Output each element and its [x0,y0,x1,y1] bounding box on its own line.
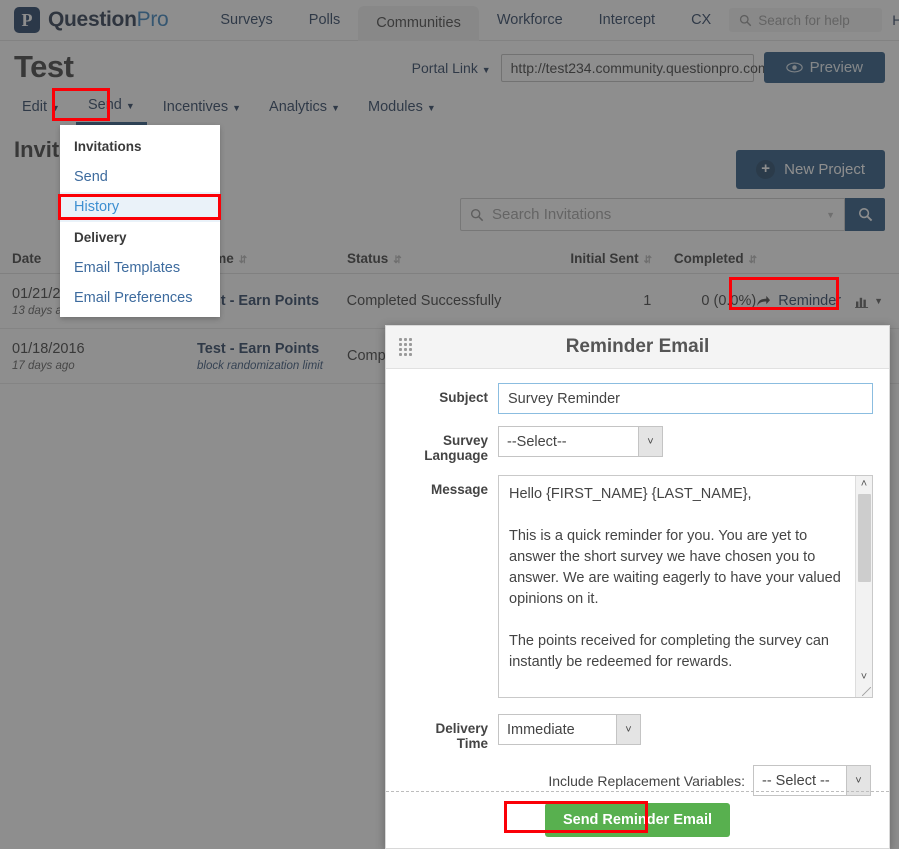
scrollbar-thumb[interactable] [857,494,871,582]
chevron-up-icon[interactable]: ˄ [861,476,867,492]
send-reminder-email-button[interactable]: Send Reminder Email [544,803,731,837]
dropdown-item-email-preferences[interactable]: Email Preferences [60,283,220,313]
replacement-variables-value: -- Select -- [762,772,830,789]
replacement-variables-label: Include Replacement Variables: [548,772,745,789]
dropdown-group-delivery: Delivery [74,230,127,245]
modal-header: Reminder Email [386,326,889,369]
survey-language-label: Survey Language [424,433,488,463]
survey-language-select[interactable]: --Select-- ˅ [498,426,663,457]
message-scrollbar[interactable]: ˄ ˅ [855,476,872,697]
dropdown-group-invitations: Invitations [74,139,142,154]
survey-language-value: --Select-- [507,433,567,450]
chevron-down-icon: ˅ [616,715,640,744]
send-dropdown-menu: Invitations Send History Delivery Email … [60,125,220,317]
dropdown-item-email-templates[interactable]: Email Templates [60,253,220,283]
resize-handle-icon[interactable] [862,687,871,696]
delivery-time-label: Delivery Time [435,721,488,751]
dropdown-item-history[interactable]: History [60,192,220,222]
message-textarea-wrapper: Hello {FIRST_NAME} {LAST_NAME}, This is … [498,475,873,698]
delivery-time-row: Delivery Time Immediate ˅ [402,714,873,751]
modal-title: Reminder Email [565,336,710,357]
reminder-email-modal: Reminder Email Subject Survey Reminder S… [385,325,890,849]
message-row: Message Hello {FIRST_NAME} {LAST_NAME}, … [402,475,873,698]
delivery-time-value: Immediate [507,721,575,738]
message-textarea[interactable]: Hello {FIRST_NAME} {LAST_NAME}, This is … [499,476,872,697]
modal-footer: Send Reminder Email [386,791,889,848]
dropdown-item-send[interactable]: Send [60,162,220,192]
modal-body: Subject Survey Reminder Survey Language … [386,369,889,796]
subject-input[interactable]: Survey Reminder [498,383,873,414]
delivery-time-select[interactable]: Immediate ˅ [498,714,641,745]
subject-label: Subject [439,390,488,405]
chevron-down-icon[interactable]: ˅ [861,669,867,685]
subject-row: Subject Survey Reminder [402,383,873,414]
survey-language-row: Survey Language --Select-- ˅ [402,426,873,463]
chevron-down-icon: ˅ [638,427,662,456]
drag-handle-icon[interactable] [399,338,412,356]
message-label: Message [430,482,488,497]
